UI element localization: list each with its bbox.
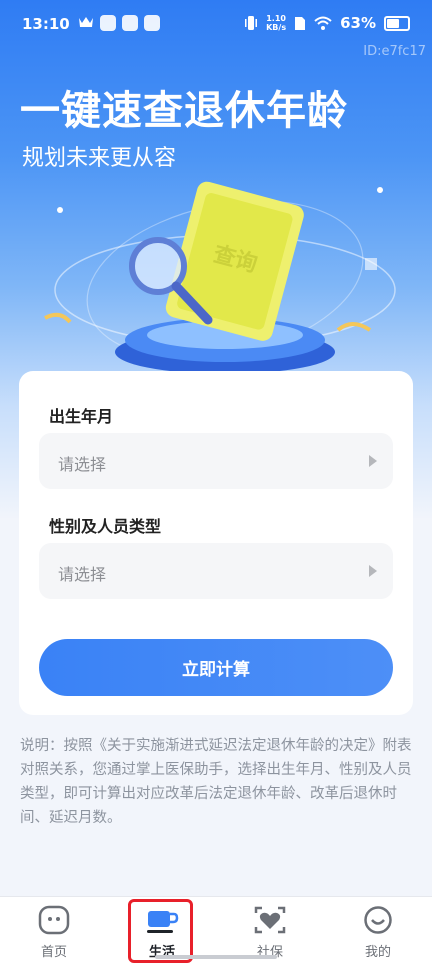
wifi-icon xyxy=(314,16,332,30)
chevron-right-icon xyxy=(369,565,377,577)
gender-type-select[interactable]: 请选择 xyxy=(39,543,393,599)
birth-date-placeholder: 请选择 xyxy=(58,455,107,474)
page-subtitle: 规划未来更从容 xyxy=(22,146,177,171)
crown-icon xyxy=(79,17,93,27)
home-indicator xyxy=(155,955,277,959)
form-card: 出生年月 请选择 性别及人员类型 请选择 立即计算 xyxy=(19,371,413,715)
tab-mine[interactable]: 我的 xyxy=(324,897,432,965)
status-right: 1.10 KB/s 63% xyxy=(244,14,410,32)
status-bar: 13:10 1.10 KB/s 63% xyxy=(0,0,432,50)
type-label: 性别及人员类型 xyxy=(49,517,162,536)
net-speed: 1.10 KB/s xyxy=(266,14,286,32)
sim-icon xyxy=(295,16,306,30)
net-speed-value: 1.10 xyxy=(266,14,286,23)
home-face-icon xyxy=(38,905,70,935)
notification-icons xyxy=(78,15,160,31)
tab-home[interactable]: 首页 xyxy=(0,897,108,965)
app-icon xyxy=(144,15,160,31)
tab-home-label: 首页 xyxy=(40,945,67,960)
chevron-right-icon xyxy=(369,455,377,467)
description-text: 说明：按照《关于实施渐进式延迟法定退休年龄的决定》附表对照关系，您通过掌上医保助… xyxy=(20,738,412,826)
heart-frame-icon xyxy=(254,906,286,934)
net-speed-unit: KB/s xyxy=(266,23,287,32)
status-time: 13:10 xyxy=(22,15,70,33)
highlight-box xyxy=(128,899,193,963)
tab-mine-label: 我的 xyxy=(364,945,391,960)
retirement-search-illustration: 查询 xyxy=(44,181,396,374)
gender-type-placeholder: 请选择 xyxy=(58,565,107,584)
vibrate-icon xyxy=(245,16,258,30)
birth-date-select[interactable]: 请选择 xyxy=(39,433,393,489)
calculate-button[interactable]: 立即计算 xyxy=(39,639,393,696)
watermark-id: ID:e7fc17 xyxy=(363,44,426,59)
birth-label: 出生年月 xyxy=(49,407,114,426)
play-icon xyxy=(122,15,138,31)
smiley-icon xyxy=(364,906,392,934)
page-title: 一键速查退休年龄 xyxy=(20,88,348,134)
battery-icon xyxy=(384,15,410,31)
check-icon xyxy=(100,15,116,31)
battery-text: 63% xyxy=(340,14,376,32)
